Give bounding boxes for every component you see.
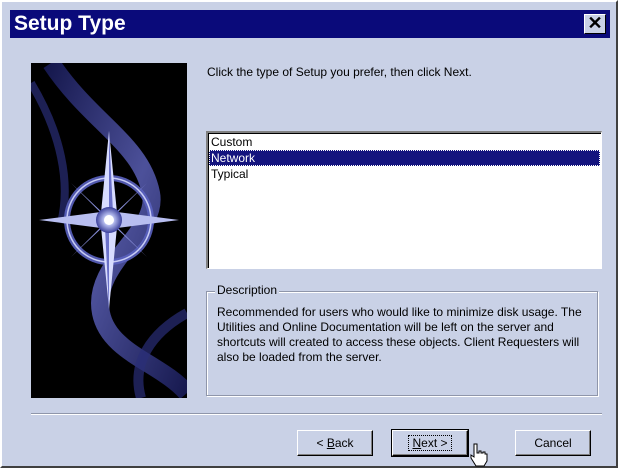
list-item-custom[interactable]: Custom xyxy=(209,134,600,150)
next-focus-ring: Next > xyxy=(408,434,452,451)
list-item-typical[interactable]: Typical xyxy=(209,166,600,182)
next-button[interactable]: Next > xyxy=(391,429,469,457)
back-accel: B xyxy=(326,435,335,450)
back-prefix: < xyxy=(316,435,327,450)
close-icon: ✕ xyxy=(587,13,603,33)
window-title: Setup Type xyxy=(14,12,126,35)
back-label-rest: ack xyxy=(334,435,354,450)
title-bar[interactable]: Setup Type ✕ xyxy=(10,10,610,38)
hand-pointer-cursor-icon xyxy=(470,443,488,467)
instruction-text: Click the type of Setup you prefer, then… xyxy=(207,65,472,79)
next-accel: N xyxy=(412,435,422,450)
compass-star-graphic xyxy=(31,63,187,398)
button-separator xyxy=(31,413,602,415)
description-text: Recommended for users who would like to … xyxy=(217,305,582,364)
setup-type-listbox[interactable]: Custom Network Typical xyxy=(206,131,602,269)
setup-side-image xyxy=(31,63,187,398)
close-button[interactable]: ✕ xyxy=(584,14,606,34)
description-group: Description Recommended for users who wo… xyxy=(206,283,598,396)
next-label-rest: ext > xyxy=(421,435,448,450)
description-legend: Description xyxy=(215,283,280,297)
cancel-button[interactable]: Cancel xyxy=(515,430,591,456)
back-button[interactable]: < Back xyxy=(297,430,373,456)
list-item-network[interactable]: Network xyxy=(209,150,600,166)
setup-dialog: Setup Type ✕ Click the type of Setup you… xyxy=(0,0,618,468)
